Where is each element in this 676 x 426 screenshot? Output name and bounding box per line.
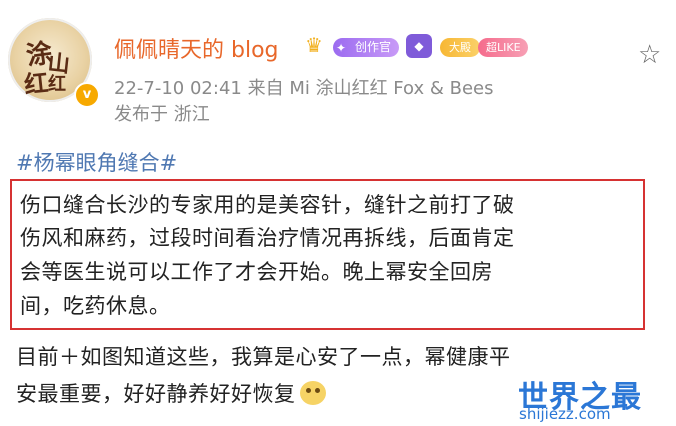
fan-badge[interactable]: 大殿 xyxy=(440,38,480,57)
quoted-line: 会等医生说可以工作了才会开始。晚上幂安全回房 xyxy=(20,260,493,284)
creator-badge-label: 创作官 xyxy=(354,40,391,54)
watermark-url: shijiezz.com xyxy=(519,405,611,423)
username[interactable]: 佩佩晴天的 blog xyxy=(114,32,279,64)
post-meta: 22-7-10 02:41 来自 Mi 涂山红红 Fox & Bees xyxy=(114,74,493,100)
level-badge[interactable]: ◆ xyxy=(406,34,432,58)
source[interactable]: 来自 Mi 涂山红红 Fox & Bees xyxy=(248,78,494,99)
body-line: 安最重要，好好静养好好恢复 xyxy=(16,378,326,408)
body-line-text: 安最重要，好好静养好好恢复 xyxy=(16,382,296,406)
quoted-line: 间，吃药休息。 xyxy=(20,294,171,318)
hashtag-link[interactable]: #杨幂眼角缝合# xyxy=(16,147,177,177)
star-icon[interactable]: ☆ xyxy=(638,40,661,70)
body-line: 目前＋如图知道这些，我算是心安了一点，幂健康平 xyxy=(16,345,511,369)
location: 发布于 浙江 xyxy=(114,104,210,125)
avatar-glyph: 红 xyxy=(22,67,50,100)
avatar-glyph: 红 xyxy=(48,74,66,95)
verified-icon: v xyxy=(74,82,100,108)
like-badge[interactable]: 超LIKE xyxy=(478,38,528,57)
quoted-line: 伤口缝合长沙的专家用的是美容针，缝针之前打了破 xyxy=(20,193,515,217)
creator-badge[interactable]: ✦ 创作官 xyxy=(333,38,399,57)
crown-icon: ♛ xyxy=(305,33,323,57)
quoted-line: 伤风和麻药，过段时间看治疗情况再拆线，后面肯定 xyxy=(20,226,515,250)
timestamp: 22-7-10 02:41 xyxy=(114,78,242,99)
emoji-icon xyxy=(299,381,326,405)
